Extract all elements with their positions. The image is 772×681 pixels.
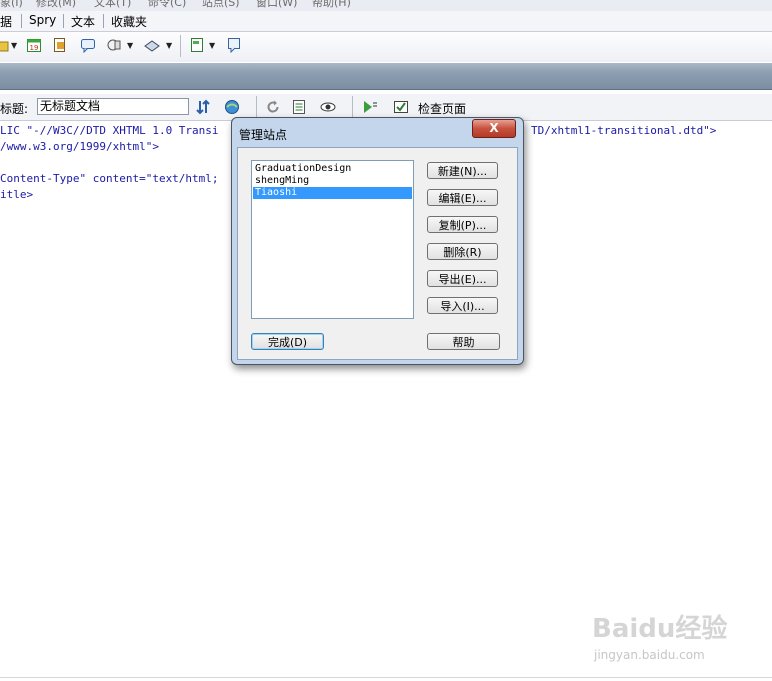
check-page-label[interactable]: 检查页面 bbox=[418, 100, 466, 117]
title-label: 标题: bbox=[0, 102, 29, 116]
code-line: /www.w3.org/1999/xhtml"> bbox=[0, 140, 159, 153]
toolbar-divider bbox=[256, 96, 257, 118]
svg-text:19: 19 bbox=[30, 44, 39, 52]
refresh-icon[interactable] bbox=[265, 99, 281, 115]
view-options-icon[interactable] bbox=[291, 99, 307, 115]
validate-markup-icon[interactable] bbox=[362, 99, 378, 115]
help-button[interactable]: 帮助 bbox=[427, 333, 500, 350]
preview-browser-icon[interactable] bbox=[224, 99, 240, 115]
visual-aids-icon[interactable] bbox=[320, 99, 336, 115]
new-site-button[interactable]: 新建(N)... bbox=[427, 162, 498, 179]
menu-modify[interactable]: 修改(M) bbox=[36, 0, 76, 10]
named-anchor-icon[interactable] bbox=[0, 38, 10, 54]
tab-data[interactable]: 据 bbox=[0, 13, 12, 30]
tab-divider bbox=[63, 14, 64, 28]
panel-header-bar bbox=[0, 63, 772, 90]
code-line: TD/xhtml1-transitional.dtd"> bbox=[531, 124, 717, 137]
menu-help[interactable]: 帮助(H) bbox=[312, 0, 351, 10]
duplicate-site-button[interactable]: 复制(P)... bbox=[427, 216, 498, 233]
comment-icon[interactable] bbox=[80, 37, 96, 53]
check-page-icon[interactable] bbox=[393, 99, 409, 115]
manage-sites-dialog: 管理站点 X GraduationDesign shengMing Tiaosh… bbox=[231, 117, 524, 365]
tab-divider bbox=[21, 14, 22, 28]
tab-divider bbox=[103, 14, 104, 28]
toolbar-divider bbox=[180, 35, 181, 57]
code-line: itle> bbox=[0, 188, 34, 201]
chevron-down-icon[interactable]: ▼ bbox=[127, 41, 133, 50]
remove-site-button[interactable]: 删除(R) bbox=[427, 243, 498, 260]
site-item-shengming[interactable]: shengMing bbox=[253, 175, 412, 187]
menu-commands[interactable]: 命令(C) bbox=[148, 0, 186, 10]
import-site-button[interactable]: 导入(I)... bbox=[427, 297, 498, 314]
site-list[interactable]: GraduationDesign shengMing Tiaoshi bbox=[251, 160, 414, 319]
menu-insert[interactable]: 象(I) bbox=[0, 0, 23, 10]
status-divider bbox=[0, 677, 772, 678]
site-item-graduationdesign[interactable]: GraduationDesign bbox=[253, 163, 412, 175]
insert-toolbar: ▼ 19 ▼ ▼ ▼ bbox=[0, 32, 772, 62]
watermark-logo: Baidu经验 bbox=[592, 614, 728, 644]
site-item-tiaoshi[interactable]: Tiaoshi bbox=[253, 187, 412, 199]
document-title-input[interactable]: 无标题文档 bbox=[37, 98, 189, 115]
chevron-down-icon[interactable]: ▼ bbox=[166, 41, 172, 50]
server-side-include-icon[interactable] bbox=[52, 37, 68, 53]
chevron-down-icon[interactable]: ▼ bbox=[11, 41, 17, 50]
dialog-body: GraduationDesign shengMing Tiaoshi 新建(N)… bbox=[237, 147, 518, 360]
menu-site[interactable]: 站点(S) bbox=[202, 0, 240, 10]
menu-window[interactable]: 窗口(W) bbox=[256, 0, 297, 10]
menu-bar: 象(I) 修改(M) 文本(T) 命令(C) 站点(S) 窗口(W) 帮助(H) bbox=[0, 0, 772, 11]
code-line: Content-Type" content="text/html; bbox=[0, 172, 219, 185]
menu-text[interactable]: 文本(T) bbox=[94, 0, 131, 10]
tab-spry[interactable]: Spry bbox=[29, 13, 56, 27]
templates-icon[interactable] bbox=[189, 37, 205, 53]
chevron-down-icon[interactable]: ▼ bbox=[209, 41, 215, 50]
close-icon: X bbox=[489, 121, 499, 135]
export-site-button[interactable]: 导出(E)... bbox=[427, 270, 498, 287]
date-icon[interactable]: 19 bbox=[26, 37, 42, 53]
insert-category-bar: 据 Spry 文本 收藏夹 bbox=[0, 11, 772, 32]
edit-site-button[interactable]: 编辑(E)... bbox=[427, 189, 498, 206]
code-line: LIC "-//W3C//DTD XHTML 1.0 Transi bbox=[0, 124, 219, 137]
file-management-icon[interactable] bbox=[195, 99, 211, 115]
script-icon[interactable] bbox=[144, 37, 160, 53]
done-button[interactable]: 完成(D) bbox=[251, 333, 324, 350]
tab-favorites[interactable]: 收藏夹 bbox=[111, 13, 147, 30]
tab-text[interactable]: 文本 bbox=[71, 13, 95, 30]
dialog-title: 管理站点 bbox=[239, 128, 288, 142]
close-button[interactable]: X bbox=[472, 119, 516, 138]
watermark: Baidu经验 jingyan.baidu.com bbox=[588, 600, 738, 670]
watermark-url: jingyan.baidu.com bbox=[594, 648, 705, 662]
head-icon[interactable] bbox=[106, 37, 122, 53]
toolbar-divider bbox=[352, 96, 353, 118]
tag-chooser-icon[interactable] bbox=[226, 37, 242, 53]
